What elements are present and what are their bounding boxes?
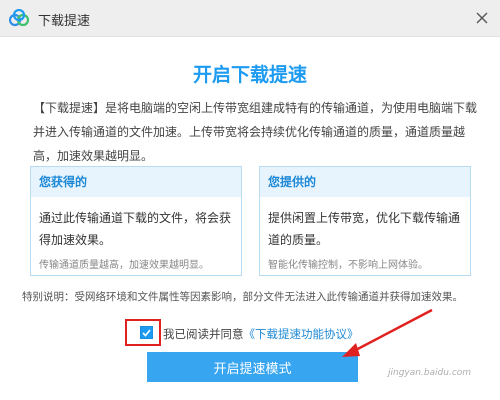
close-icon bbox=[476, 12, 488, 24]
agreement-prefix: 我已阅读并同意 bbox=[163, 327, 244, 341]
start-speedup-button[interactable]: 开启提速模式 bbox=[147, 352, 358, 382]
special-notice: 特别说明：受网络环境和文件属性等因素影响，部分文件无法进入此传输通道并获得加速效… bbox=[22, 291, 463, 303]
watermark: jingyan.baidu.com bbox=[388, 368, 472, 378]
contribution-card-title: 您提供的 bbox=[260, 167, 470, 197]
title-bar: 下载提速 bbox=[0, 0, 500, 37]
checkmark-icon bbox=[142, 328, 151, 337]
window-title: 下载提速 bbox=[38, 14, 91, 29]
agreement-line: 我已阅读并同意《下载提速功能协议》 bbox=[163, 326, 359, 342]
cloud-logo-icon bbox=[9, 9, 29, 27]
agreement-link[interactable]: 《下载提速功能协议》 bbox=[244, 327, 359, 341]
benefit-card-title: 您获得的 bbox=[31, 167, 241, 197]
close-button[interactable] bbox=[468, 4, 496, 32]
intro-text: 【下载提速】是将电脑端的空闲上传带宽组建成特有的传输通道，为使用电脑端下载并进入… bbox=[33, 101, 478, 163]
benefit-card: 您获得的 通过此传输通道下载的文件，将会获得加速效果。 传输通道质量越高，加速效… bbox=[30, 166, 242, 276]
page-title: 开启下载提速 bbox=[192, 64, 307, 86]
contribution-card-body: 提供闲置上传带宽，优化下载传输通道的质量。 bbox=[268, 211, 461, 247]
contribution-card-note: 智能化传输控制，不影响上网体验。 bbox=[268, 260, 428, 271]
agree-checkbox[interactable] bbox=[140, 326, 153, 339]
benefit-card-body: 通过此传输通道下载的文件，将会获得加速效果。 bbox=[39, 211, 232, 247]
benefit-card-note: 传输通道质量越高，加速效果越明显。 bbox=[39, 260, 209, 271]
contribution-card: 您提供的 提供闲置上传带宽，优化下载传输通道的质量。 智能化传输控制，不影响上网… bbox=[259, 166, 471, 276]
